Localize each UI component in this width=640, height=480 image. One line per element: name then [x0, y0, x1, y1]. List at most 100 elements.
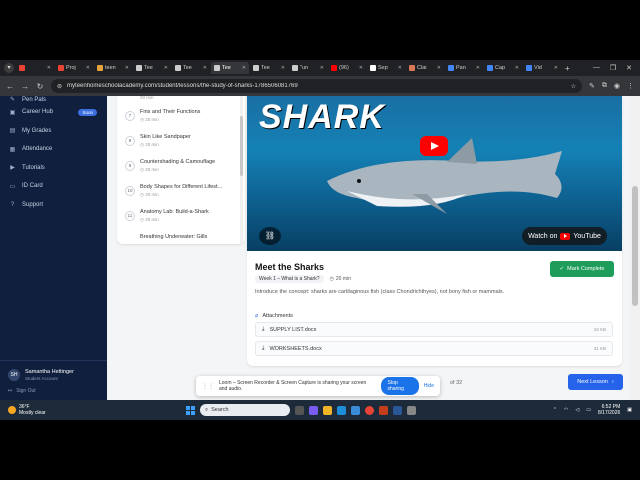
- maximize-icon[interactable]: ❐: [610, 64, 616, 72]
- extension-icon[interactable]: ✎: [589, 82, 595, 90]
- attachment-row[interactable]: ⤓ SUPPLY LIST.docx 19 KB: [255, 322, 613, 337]
- tab-close-icon[interactable]: ✕: [86, 65, 90, 71]
- url-field[interactable]: ⊜ myteenhomeschoolacademy.com/student/le…: [51, 79, 583, 93]
- page-scrollbar-thumb[interactable]: [632, 186, 638, 306]
- taskbar-search[interactable]: ⌕ Search: [200, 404, 290, 416]
- lesson-list-item[interactable]: 7 Fins and Their Functions ◷ 20 min: [117, 109, 245, 134]
- tab-close-icon[interactable]: ✕: [515, 65, 519, 71]
- lesson-list-item[interactable]: Breathing Underwater: Gills: [117, 234, 245, 244]
- browser-tab[interactable]: Tee ✕: [211, 62, 249, 74]
- lesson-list-scrollbar[interactable]: [240, 96, 243, 244]
- watch-on-label: Watch on: [528, 232, 558, 240]
- extensions-puzzle-icon[interactable]: ⧉: [602, 82, 607, 90]
- drag-handle-icon[interactable]: ⋮⋮: [202, 383, 214, 390]
- chrome-icon[interactable]: [365, 405, 374, 415]
- powerpoint-icon[interactable]: [379, 405, 388, 415]
- task-view-icon[interactable]: [295, 405, 304, 415]
- menu-dots-icon[interactable]: ⋮: [627, 82, 634, 90]
- browser-tab[interactable]: (96) ✕: [328, 62, 366, 74]
- tray-chevron-icon[interactable]: ⌃: [553, 407, 557, 413]
- next-lesson-button[interactable]: Next Lesson ›: [568, 374, 623, 390]
- video-player[interactable]: SHARK ⛓ Watch on YouTube: [247, 96, 622, 251]
- browser-tab[interactable]: Pan ✕: [445, 62, 483, 74]
- user-profile[interactable]: SH Samantha Hettinger Student Account: [0, 360, 107, 388]
- attachments-heading: ⌀ Attachments: [255, 313, 293, 319]
- browser-tab[interactable]: Clai ✕: [406, 62, 444, 74]
- browser-tab[interactable]: Tee ✕: [250, 62, 288, 74]
- tab-close-icon[interactable]: ✕: [47, 65, 51, 71]
- sidebar-item-support[interactable]: ? Support: [0, 196, 107, 215]
- tab-close-icon[interactable]: ✕: [281, 65, 285, 71]
- watch-on-youtube-button[interactable]: Watch on YouTube: [522, 227, 607, 245]
- notifications-icon[interactable]: ▣: [627, 407, 632, 413]
- sidebar-item-pen-pals[interactable]: ✎ Pen Pals: [0, 96, 107, 103]
- lesson-list-item[interactable]: 9 Countershading & Camouflage ◷ 20 min: [117, 159, 245, 184]
- site-info-icon[interactable]: ⊜: [57, 83, 62, 90]
- sidebar-item-label: Tutorials: [22, 164, 45, 171]
- lesson-list-item[interactable]: 11 Anatomy Lab: Build-a-Shark ◷ 20 min: [117, 209, 245, 234]
- tab-close-icon[interactable]: ✕: [164, 65, 168, 71]
- tab-close-icon[interactable]: ✕: [320, 65, 324, 71]
- forward-icon[interactable]: →: [21, 82, 29, 91]
- tab-close-icon[interactable]: ✕: [437, 65, 441, 71]
- browser-tab[interactable]: Sep ✕: [367, 62, 405, 74]
- tab-label: Pan: [456, 65, 466, 71]
- sidebar-item-tutorials[interactable]: ▶ Tutorials: [0, 159, 107, 178]
- back-icon[interactable]: ←: [6, 82, 14, 91]
- sign-out-button[interactable]: ↦ Sign Out: [8, 388, 36, 394]
- lesson-list-item[interactable]: 8 Skin Like Sandpaper ◷ 20 min: [117, 134, 245, 159]
- sidebar-item-attendance[interactable]: ▦ Attendance: [0, 140, 107, 159]
- hide-button[interactable]: Hide: [424, 383, 434, 389]
- tab-close-icon[interactable]: ✕: [398, 65, 402, 71]
- browser-tab[interactable]: Cap ✕: [484, 62, 522, 74]
- tab-label: Proj: [66, 65, 76, 71]
- tab-close-icon[interactable]: ✕: [554, 65, 558, 71]
- close-window-icon[interactable]: ✕: [626, 64, 632, 72]
- play-button[interactable]: [420, 136, 448, 156]
- edge-icon[interactable]: [337, 405, 346, 415]
- file-explorer-icon[interactable]: [323, 405, 332, 415]
- tab-close-icon[interactable]: ✕: [203, 65, 207, 71]
- stop-sharing-button[interactable]: Stop sharing: [381, 377, 419, 395]
- sidebar-item-id-card[interactable]: ▭ ID Card: [0, 177, 107, 196]
- settings-icon[interactable]: [407, 405, 416, 415]
- sidebar-item-my-grades[interactable]: ▤ My Grades: [0, 122, 107, 141]
- tab-close-icon[interactable]: ✕: [125, 65, 129, 71]
- teams-icon[interactable]: [309, 405, 318, 415]
- browser-tab[interactable]: "un ✕: [289, 62, 327, 74]
- tab-label: Cap: [495, 65, 506, 71]
- battery-icon[interactable]: ▭: [586, 407, 591, 413]
- sidebar-item-career-hub[interactable]: ▣ Career Hub Soon: [0, 103, 107, 122]
- minimize-icon[interactable]: —: [593, 64, 600, 72]
- browser-tab[interactable]: Tee ✕: [172, 62, 210, 74]
- browser-tab[interactable]: Vid ✕: [523, 62, 561, 74]
- tab-close-icon[interactable]: ✕: [476, 65, 480, 71]
- new-tab-button[interactable]: +: [565, 64, 570, 73]
- volume-icon[interactable]: ◁: [575, 407, 579, 413]
- tab-close-icon[interactable]: ✕: [359, 65, 363, 71]
- clock[interactable]: 6:52 PM 8/17/2026: [598, 404, 620, 416]
- browser-tab[interactable]: teen ✕: [94, 62, 132, 74]
- lesson-list-item[interactable]: 10 Body Shapes for Different Lifest... ◷ 2…: [117, 184, 245, 209]
- tab-close-icon[interactable]: ✕: [242, 65, 246, 71]
- copy-link-icon[interactable]: ⛓: [259, 227, 281, 245]
- wifi-icon[interactable]: ◠: [564, 407, 568, 413]
- lesson-counter: of 32: [450, 380, 463, 386]
- browser-tab[interactable]: Tee ✕: [133, 62, 171, 74]
- mark-complete-button[interactable]: ✓ Mark Complete: [550, 261, 614, 277]
- tab-search-icon[interactable]: ▾: [4, 63, 14, 73]
- page-scrollbar[interactable]: [630, 96, 640, 400]
- browser-tab[interactable]: Proj ✕: [55, 62, 93, 74]
- word-icon[interactable]: [393, 405, 402, 415]
- reload-icon[interactable]: ↻: [36, 82, 44, 91]
- lesson-number: 8: [125, 136, 135, 146]
- windows-start-icon[interactable]: [186, 405, 195, 415]
- bookmark-star-icon[interactable]: ☆: [571, 83, 576, 90]
- weather-widget[interactable]: 36°F Mostly clear: [0, 404, 150, 416]
- attachment-row[interactable]: ⤓ WORKSHEETS.docx 31 KB: [255, 341, 613, 356]
- store-icon[interactable]: [351, 405, 360, 415]
- profile-icon[interactable]: ◉: [614, 82, 620, 90]
- browser-tab[interactable]: ✕: [16, 62, 54, 74]
- tab-favicon-icon: [214, 65, 220, 71]
- weather-icon: [8, 406, 16, 414]
